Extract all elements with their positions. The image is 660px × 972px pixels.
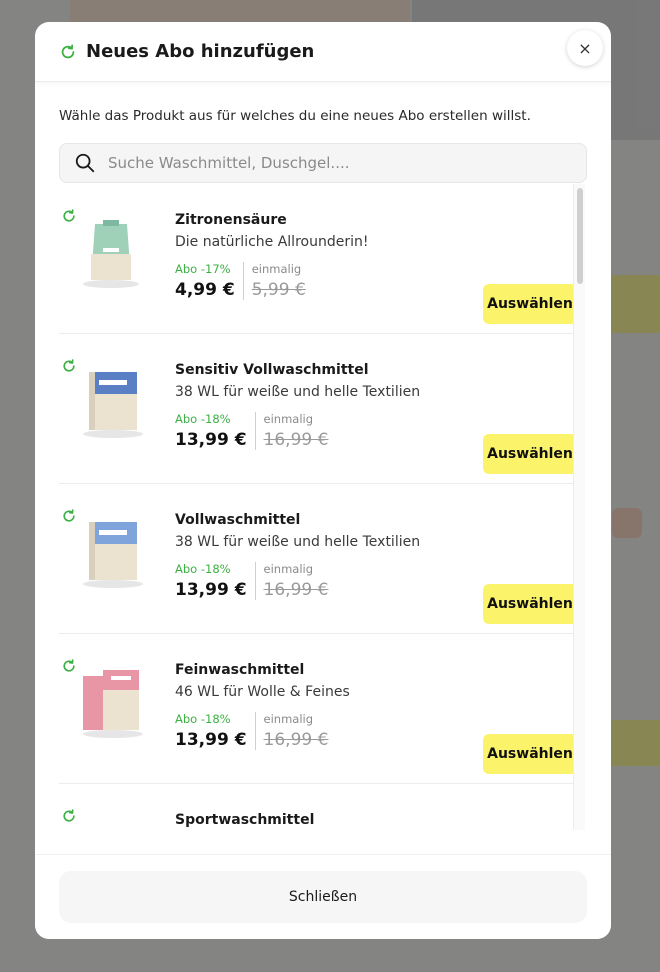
product-image [83, 670, 143, 738]
one-time-price: einmalig 16,99 € [256, 562, 329, 600]
refresh-icon [63, 809, 75, 822]
close-icon: × [578, 38, 592, 58]
subscription-discount-label: Abo -18% [175, 412, 231, 426]
product-name: Zitronensäure [175, 212, 287, 228]
one-time-price: einmalig 5,99 € [244, 262, 306, 300]
product-info: Vollwaschmittel 38 WL für weiße und hell… [175, 512, 420, 600]
product-prices: Abo -18% 13,99 € einmalig 16,99 € [175, 562, 420, 600]
search-icon [75, 153, 95, 173]
product-item: Vollwaschmittel 38 WL für weiße und hell… [59, 484, 585, 634]
product-description: 38 WL für weiße und helle Textilien [175, 384, 421, 400]
subscription-discount-label: Abo -18% [175, 562, 231, 576]
subscription-price-value: 13,99 € [175, 730, 247, 750]
one-time-price: einmalig 16,99 € [256, 712, 329, 750]
close-modal-button[interactable]: Schließen [59, 871, 587, 923]
one-time-price-value: 5,99 € [251, 280, 306, 300]
product-description: 46 WL für Wolle & Feines [175, 684, 350, 700]
product-name: Vollwaschmittel [175, 512, 301, 528]
intro-text: Wähle das Produkt aus für welches du ein… [59, 108, 531, 124]
product-prices: Abo -18% 13,99 € einmalig 16,99 € [175, 412, 420, 450]
product-name: Sensitiv Vollwaschmittel [175, 362, 369, 378]
product-info: Sensitiv Vollwaschmittel 38 WL für weiße… [175, 362, 420, 450]
product-info: Feinwaschmittel 46 WL für Wolle & Feines… [175, 662, 350, 750]
product-item: Zitronensäure Die natürliche Allrounderi… [59, 184, 585, 334]
product-list: Zitronensäure Die natürliche Allrounderi… [59, 184, 585, 830]
subscription-price: Abo -18% 13,99 € [175, 562, 256, 600]
one-time-label: einmalig [263, 712, 314, 726]
subscription-price-value: 13,99 € [175, 430, 247, 450]
subscription-price-value: 13,99 € [175, 580, 247, 600]
one-time-label: einmalig [263, 412, 314, 426]
list-scrollbar[interactable] [573, 184, 585, 830]
one-time-label: einmalig [263, 562, 314, 576]
subscription-price: Abo -18% 13,99 € [175, 412, 256, 450]
product-name: Sportwaschmittel [175, 812, 315, 828]
search-bar[interactable] [59, 143, 587, 183]
add-subscription-modal: Neues Abo hinzufügen × Wähle das Produkt… [35, 22, 611, 939]
product-name: Feinwaschmittel [175, 662, 305, 678]
subscription-price: Abo -18% 13,99 € [175, 712, 256, 750]
product-image [83, 372, 143, 438]
product-item: Sensitiv Vollwaschmittel 38 WL für weiße… [59, 334, 585, 484]
product-image [83, 220, 139, 288]
product-description: 38 WL für weiße und helle Textilien [175, 534, 421, 550]
one-time-price-value: 16,99 € [263, 580, 329, 600]
select-button[interactable]: Auswählen [483, 734, 577, 774]
subscription-price: Abo -17% 4,99 € [175, 262, 244, 300]
subscription-discount-label: Abo -17% [175, 262, 231, 276]
product-prices: Abo -17% 4,99 € einmalig 5,99 € [175, 262, 368, 300]
select-button[interactable]: Auswählen [483, 284, 577, 324]
one-time-price: einmalig 16,99 € [256, 412, 329, 450]
product-prices: Abo -18% 13,99 € einmalig 16,99 € [175, 712, 350, 750]
modal-header: Neues Abo hinzufügen × [35, 22, 611, 82]
product-item: Feinwaschmittel 46 WL für Wolle & Feines… [59, 634, 585, 784]
select-button[interactable]: Auswählen [483, 584, 577, 624]
modal-footer: Schließen [35, 854, 611, 939]
one-time-price-value: 16,99 € [263, 430, 329, 450]
product-info: Zitronensäure Die natürliche Allrounderi… [175, 212, 368, 300]
product-image [83, 522, 143, 588]
subscription-price-value: 4,99 € [175, 280, 235, 300]
refresh-icon [61, 43, 75, 58]
modal-title: Neues Abo hinzufügen [86, 41, 315, 62]
one-time-label: einmalig [251, 262, 302, 276]
select-button[interactable]: Auswählen [483, 434, 577, 474]
subscription-discount-label: Abo -18% [175, 712, 231, 726]
close-button[interactable]: × [567, 30, 603, 66]
product-description: Die natürliche Allrounderin! [175, 234, 369, 250]
one-time-price-value: 16,99 € [263, 730, 329, 750]
product-info: Sportwaschmittel [175, 812, 314, 828]
product-item: Sportwaschmittel [59, 784, 585, 830]
scrollbar-thumb[interactable] [577, 188, 583, 284]
search-input[interactable] [108, 154, 548, 172]
